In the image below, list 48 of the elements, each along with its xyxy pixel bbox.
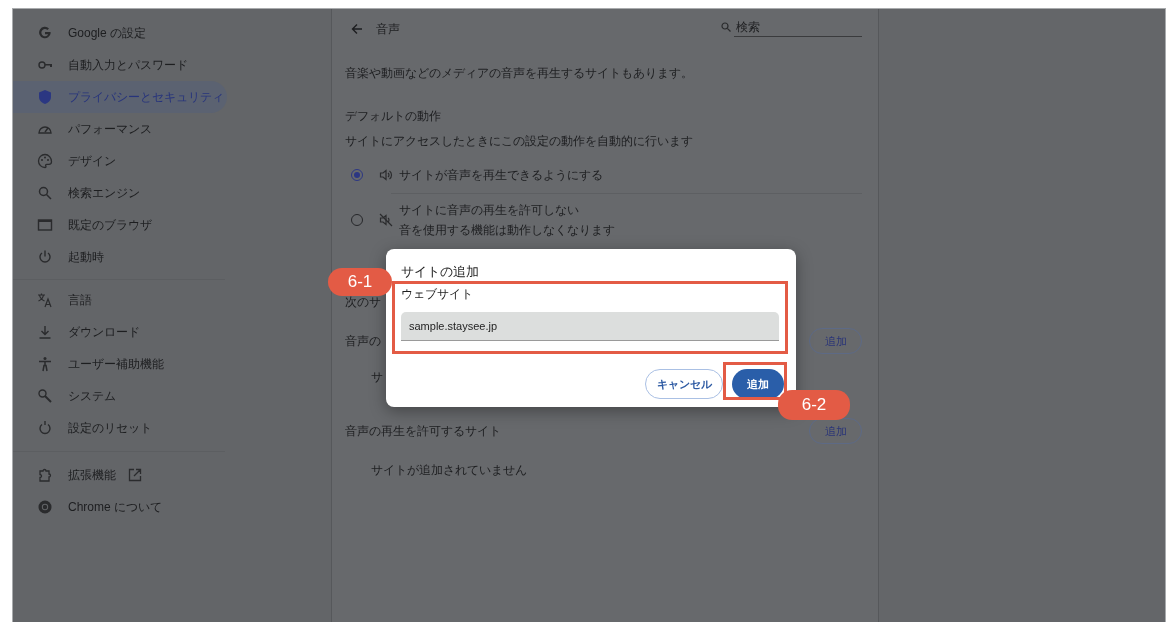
add-button[interactable]: 追加	[732, 369, 784, 399]
search-field[interactable]: 検索	[734, 17, 862, 37]
option-label: サイトに音声の再生を許可しない	[399, 201, 580, 219]
sidebar-item[interactable]: 設定のリセット	[13, 412, 227, 444]
section-heading: デフォルトの動作	[345, 108, 442, 124]
reset-icon	[37, 420, 53, 436]
puzzle-icon	[37, 467, 53, 483]
section-heading: 次のサ	[345, 293, 381, 311]
sidebar-item[interactable]: 起動時	[13, 241, 227, 273]
accessibility-icon	[37, 356, 53, 372]
wrench-icon	[37, 388, 53, 404]
field-label: ウェブサイト	[401, 287, 474, 301]
section-description: サイトにアクセスしたときにこの設定の動作を自動的に行います	[345, 133, 694, 149]
sidebar-item[interactable]: Google の設定	[13, 17, 227, 49]
back-arrow-icon[interactable]	[351, 23, 363, 35]
page-title: 音声	[376, 20, 400, 38]
sidebar-item[interactable]: Chrome について	[13, 491, 227, 523]
step-badge: 6-1	[328, 268, 392, 296]
chrome-icon	[37, 499, 53, 515]
cancel-button[interactable]: キャンセル	[645, 369, 723, 399]
website-field[interactable]: sample.staysee.jp	[401, 312, 779, 341]
palette-icon	[37, 153, 53, 169]
sidebar-item[interactable]: 既定のブラウザ	[13, 209, 227, 241]
dialog-title: サイトの追加	[401, 264, 480, 281]
muted-speaker-icon	[379, 213, 393, 227]
sidebar-item[interactable]: 自動入力とパスワード	[13, 49, 227, 81]
shield-icon	[37, 89, 53, 105]
translate-icon	[37, 292, 53, 308]
option-label: サイトが音声を再生できるようにする	[399, 166, 603, 184]
description-text: 音楽や動画などのメディアの音声を再生するサイトもあります。	[345, 65, 694, 81]
option-description: 音を使用する機能は動作しなくなります	[399, 221, 615, 239]
sidebar-item[interactable]: 拡張機能	[13, 459, 227, 491]
empty-list-text: サ	[371, 369, 383, 385]
section-heading: 音声の再生を許可するサイト	[345, 422, 501, 440]
logo-icon	[37, 25, 53, 41]
empty-list-text: サイトが追加されていません	[371, 462, 527, 478]
download-icon	[37, 324, 53, 340]
sidebar-item[interactable]: システム	[13, 380, 227, 412]
sidebar-item[interactable]: 検索エンジン	[13, 177, 227, 209]
power-icon	[37, 249, 53, 265]
step-badge: 6-2	[778, 390, 850, 420]
sidebar-item[interactable]: ユーザー補助機能	[13, 348, 227, 380]
search-icon	[721, 22, 731, 32]
window-icon	[37, 217, 53, 233]
search-icon	[37, 185, 53, 201]
sidebar-item[interactable]: 言語	[13, 284, 227, 316]
speaker-icon	[379, 168, 393, 182]
section-heading: 音声の	[345, 332, 381, 350]
